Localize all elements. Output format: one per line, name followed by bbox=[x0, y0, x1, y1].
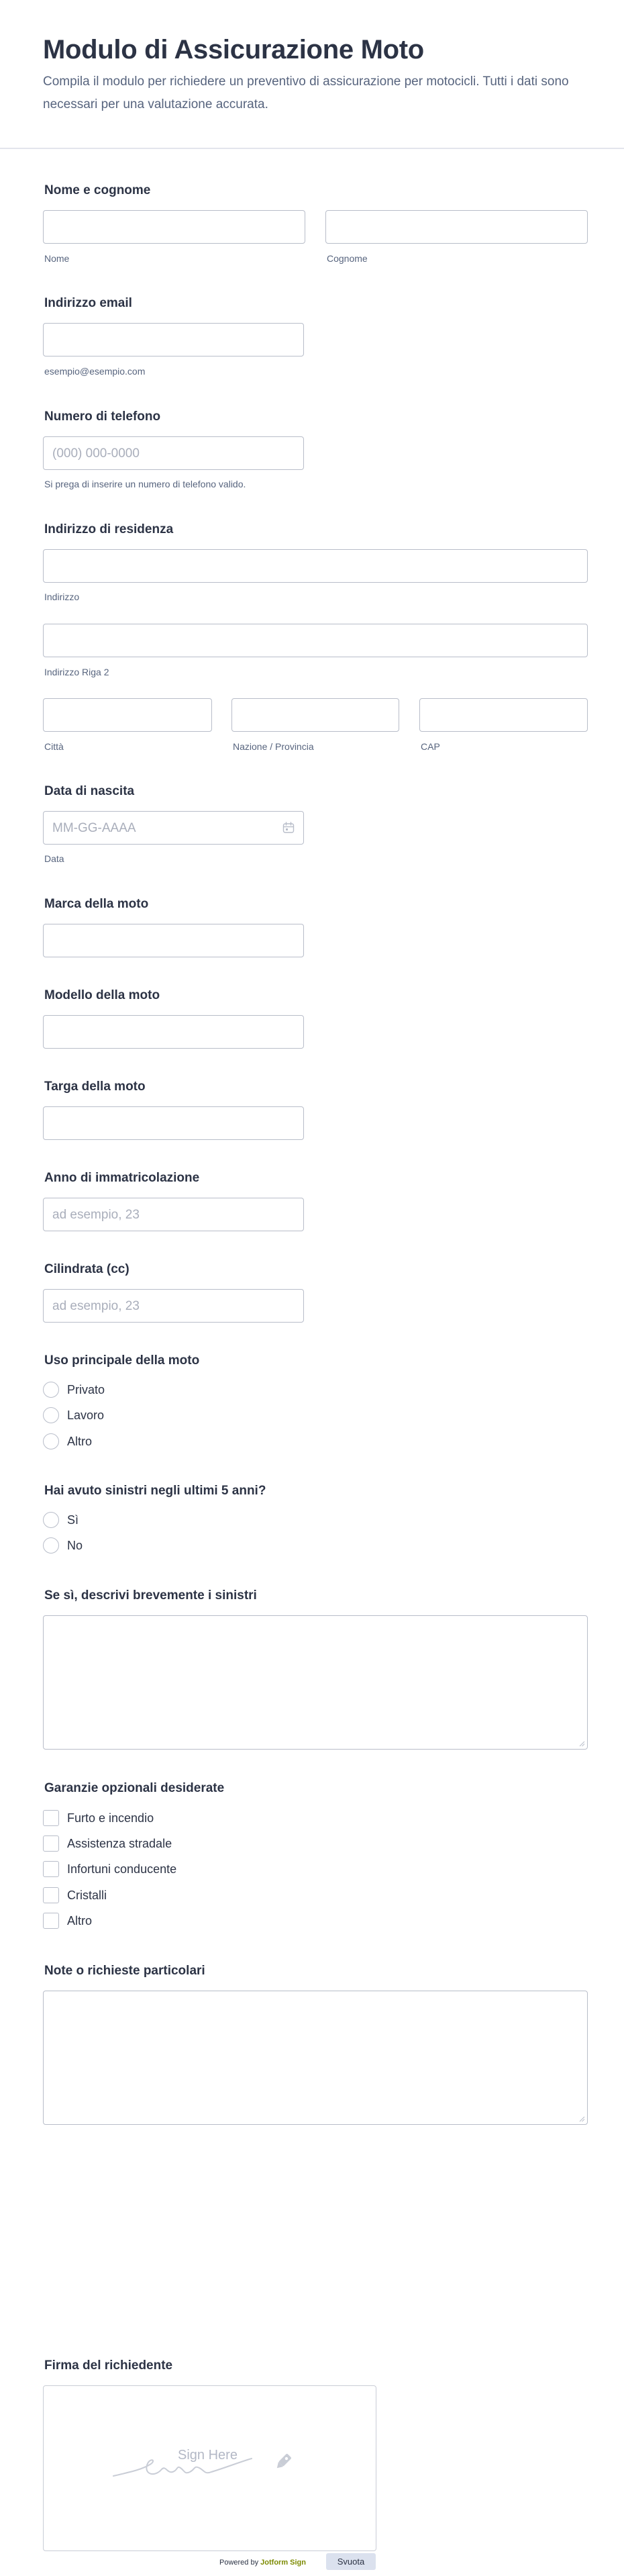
plate-input[interactable] bbox=[43, 1106, 304, 1140]
form-title: Modulo di Assicurazione Moto bbox=[43, 35, 424, 64]
model-label: Modello della moto bbox=[44, 988, 160, 1002]
coverage-checkbox-cristalli[interactable] bbox=[43, 1887, 59, 1903]
coverage-option-label[interactable]: Infortuni conducente bbox=[67, 1862, 176, 1876]
model-input[interactable] bbox=[43, 1015, 304, 1049]
clear-signature-button[interactable]: Svuota bbox=[326, 2553, 376, 2570]
city-input[interactable] bbox=[43, 698, 212, 732]
claims-option-label[interactable]: Sì bbox=[67, 1513, 79, 1527]
signature-pad[interactable]: Sign Here bbox=[43, 2385, 376, 2551]
usage-option-label[interactable]: Privato bbox=[67, 1383, 105, 1397]
signature-placeholder: Sign Here bbox=[178, 2448, 238, 2463]
birthdate-placeholder: MM-GG-AAAA bbox=[52, 821, 136, 835]
make-input[interactable] bbox=[43, 924, 304, 957]
notes-label: Note o richieste particolari bbox=[44, 1964, 205, 1978]
address-line1-sublabel: Indirizzo bbox=[44, 591, 80, 602]
phone-input[interactable]: (000) 000-0000 bbox=[43, 436, 304, 470]
name-label: Nome e cognome bbox=[44, 183, 151, 197]
usage-radio-privato[interactable] bbox=[43, 1382, 59, 1398]
email-input[interactable] bbox=[43, 323, 304, 356]
resize-handle-icon[interactable] bbox=[578, 1740, 585, 1747]
zip-input[interactable] bbox=[419, 698, 588, 732]
year-input[interactable]: ad esempio, 23 bbox=[43, 1198, 304, 1231]
email-label: Indirizzo email bbox=[44, 296, 132, 310]
coverage-option-label[interactable]: Altro bbox=[67, 1914, 92, 1928]
cc-label: Cilindrata (cc) bbox=[44, 1262, 129, 1276]
birthdate-input[interactable]: MM-GG-AAAA bbox=[43, 811, 304, 845]
last-name-sublabel: Cognome bbox=[327, 253, 368, 264]
zip-sublabel: CAP bbox=[421, 741, 440, 752]
year-placeholder: ad esempio, 23 bbox=[52, 1208, 140, 1222]
coverage-checkbox-infortuni[interactable] bbox=[43, 1861, 59, 1877]
birthdate-sublabel: Data bbox=[44, 853, 64, 864]
usage-radio-altro[interactable] bbox=[43, 1433, 59, 1449]
address-line1-input[interactable] bbox=[43, 549, 588, 583]
usage-option-label[interactable]: Altro bbox=[67, 1435, 92, 1449]
last-name-input[interactable] bbox=[325, 210, 588, 244]
phone-sublabel: Si prega di inserire un numero di telefo… bbox=[44, 479, 246, 489]
coverage-checkbox-altro[interactable] bbox=[43, 1913, 59, 1929]
birthdate-label: Data di nascita bbox=[44, 784, 135, 798]
header-divider bbox=[0, 148, 624, 149]
city-sublabel: Città bbox=[44, 741, 64, 752]
state-sublabel: Nazione / Provincia bbox=[233, 741, 314, 752]
jotform-sign-brand[interactable]: Jotform Sign bbox=[260, 2559, 306, 2567]
form-subtitle: Compila il modulo per richiedere un prev… bbox=[43, 75, 569, 111]
address-label: Indirizzo di residenza bbox=[44, 522, 174, 536]
resize-handle-icon[interactable] bbox=[578, 2115, 585, 2122]
powered-by: Powered by Jotform Sign bbox=[219, 2559, 306, 2567]
first-name-input[interactable] bbox=[43, 210, 305, 244]
email-sublabel: esempio@esempio.com bbox=[44, 366, 146, 377]
address-line2-input[interactable] bbox=[43, 624, 588, 657]
claims-radio-si[interactable] bbox=[43, 1512, 59, 1528]
make-label: Marca della moto bbox=[44, 897, 149, 911]
claims-radio-no[interactable] bbox=[43, 1537, 59, 1554]
usage-option-label[interactable]: Lavoro bbox=[67, 1409, 104, 1423]
coverage-label: Garanzie opzionali desiderate bbox=[44, 1781, 225, 1795]
first-name-sublabel: Nome bbox=[44, 253, 70, 264]
phone-placeholder: (000) 000-0000 bbox=[52, 446, 140, 461]
claims-desc-textarea[interactable] bbox=[43, 1615, 588, 1750]
address-line2-sublabel: Indirizzo Riga 2 bbox=[44, 667, 109, 677]
cc-placeholder: ad esempio, 23 bbox=[52, 1299, 140, 1313]
plate-label: Targa della moto bbox=[44, 1080, 146, 1094]
cc-input[interactable]: ad esempio, 23 bbox=[43, 1289, 304, 1323]
calendar-icon[interactable] bbox=[282, 821, 295, 834]
signature-label: Firma del richiedente bbox=[44, 2358, 173, 2373]
year-label: Anno di immatricolazione bbox=[44, 1171, 200, 1185]
coverage-option-label[interactable]: Furto e incendio bbox=[67, 1811, 154, 1825]
usage-radio-lavoro[interactable] bbox=[43, 1407, 59, 1423]
notes-textarea[interactable] bbox=[43, 1991, 588, 2125]
coverage-checkbox-furto[interactable] bbox=[43, 1810, 59, 1826]
coverage-checkbox-assistenza[interactable] bbox=[43, 1835, 59, 1852]
powered-by-text: Powered by bbox=[219, 2559, 259, 2567]
usage-label: Uso principale della moto bbox=[44, 1353, 200, 1368]
claims-option-label[interactable]: No bbox=[67, 1539, 83, 1553]
coverage-option-label[interactable]: Assistenza stradale bbox=[67, 1837, 172, 1851]
state-input[interactable] bbox=[231, 698, 399, 732]
claims-desc-label: Se sì, descrivi brevemente i sinistri bbox=[44, 1588, 257, 1603]
coverage-option-label[interactable]: Cristalli bbox=[67, 1889, 107, 1903]
pen-icon bbox=[276, 2454, 291, 2469]
claims-label: Hai avuto sinistri negli ultimi 5 anni? bbox=[44, 1484, 266, 1498]
phone-label: Numero di telefono bbox=[44, 410, 161, 424]
